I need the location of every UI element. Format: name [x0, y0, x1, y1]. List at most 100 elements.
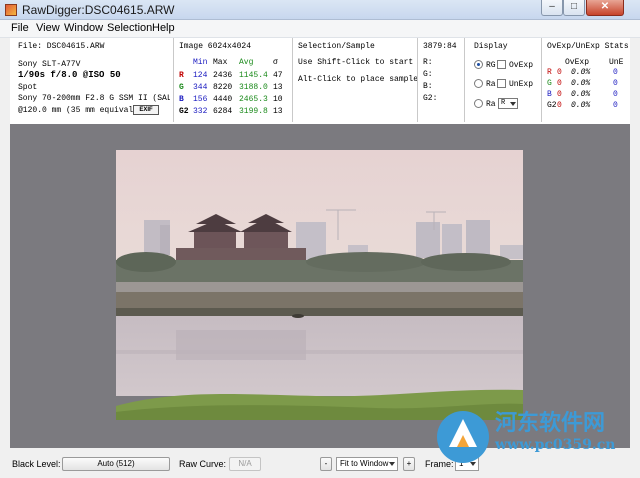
coords-panel: 3879:84 R: G: B: G2:	[419, 38, 465, 122]
lens-info: Sony 70-200mm F2.8 G SSM II (SAL702(	[18, 94, 170, 103]
watermark-name: 河东软件网	[495, 410, 606, 436]
chevron-down-icon	[389, 462, 395, 466]
unexp-count: 0	[613, 90, 618, 99]
stats-sd: 13	[273, 83, 283, 92]
ovexp-percent: 0.0%	[571, 68, 591, 77]
zoom-in-button[interactable]: +	[403, 457, 415, 471]
ovexp-count: 0	[557, 79, 562, 88]
coord-label-b: B:	[423, 82, 433, 91]
image-stats-panel: Image 6024x4024 Min Max Avg σ R 124 2436…	[175, 38, 293, 122]
ovexp-count: 0	[557, 90, 562, 99]
stats-min: 156	[193, 95, 208, 104]
ovexp-count: 0	[557, 101, 562, 110]
black-level-button[interactable]: Auto (512)	[62, 457, 170, 471]
ovexp-column-header: OvExp	[565, 58, 590, 67]
unexp-count: 0	[613, 79, 618, 88]
stats-sd: 13	[273, 107, 283, 116]
display-mode-rg-radio[interactable]	[474, 60, 483, 69]
app-icon	[5, 4, 17, 16]
zoom-select[interactable]: Fit to Window	[336, 457, 398, 471]
stats-row-label: B	[179, 95, 184, 104]
image-viewport[interactable]	[10, 124, 630, 448]
selection-hint-alt: Alt-Click to place sample	[298, 75, 418, 84]
unexp-checkbox[interactable]	[497, 79, 506, 88]
display-mode-channel-radio[interactable]	[474, 99, 483, 108]
stats-max: 8220	[213, 83, 233, 92]
ovexp-label: OvExp	[509, 61, 534, 70]
channel-select[interactable]: R	[498, 98, 518, 109]
window-title: RawDigger:DSC04615.ARW	[22, 3, 175, 17]
unexp-label: UnExp	[509, 80, 534, 89]
exp-row-label: G2	[547, 101, 557, 110]
stats-max: 4440	[213, 95, 233, 104]
coord-label-g2: G2:	[423, 94, 438, 103]
unexp-count: 0	[613, 68, 618, 77]
title-bar: RawDigger:DSC04615.ARW – □ ✕	[0, 0, 640, 20]
menu-window[interactable]: Window	[64, 22, 103, 34]
file-name: File: DSC04615.ARW	[18, 42, 105, 51]
stats-row-label: R	[179, 71, 184, 80]
chevron-down-icon	[510, 102, 516, 106]
display-panel: Display RG OvExp Ra UnExp Ra R	[466, 38, 542, 122]
channel-select-value: R	[501, 99, 506, 107]
exposure-stats-panel: OvExp/UnExp Stats OvExp UnE R 0 0.0% 0 G…	[543, 38, 630, 122]
menu-view[interactable]: View	[36, 22, 60, 34]
exp-row-label: B	[547, 90, 552, 99]
coord-label-r: R:	[423, 58, 433, 67]
ovexp-percent: 0.0%	[571, 90, 591, 99]
menu-help[interactable]: Help	[152, 22, 175, 34]
menu-selection[interactable]: Selection	[107, 22, 152, 34]
zoom-select-value: Fit to Window	[340, 459, 389, 468]
raw-photo[interactable]	[116, 150, 523, 420]
minimize-button[interactable]: –	[541, 0, 563, 16]
maximize-button[interactable]: □	[563, 0, 585, 16]
selection-panel: Selection/Sample Use Shift-Click to star…	[294, 38, 418, 122]
metering-mode: Spot	[18, 83, 38, 92]
stats-max: 6284	[213, 107, 233, 116]
ovexp-percent: 0.0%	[571, 79, 591, 88]
col-avg-header: Avg	[239, 58, 254, 67]
watermark-logo-icon	[437, 411, 489, 463]
display-mode-ra-label: Ra	[486, 80, 496, 89]
display-mode-ra-radio[interactable]	[474, 79, 483, 88]
exposure-stats-header: OvExp/UnExp Stats	[547, 42, 629, 51]
cursor-coords: 3879:84	[423, 42, 457, 51]
stats-sd: 47	[273, 71, 283, 80]
image-size-header: Image 6024x4024	[179, 42, 252, 51]
stats-min: 124	[193, 71, 208, 80]
stats-avg: 3199.8	[239, 107, 268, 116]
col-sd-header: σ	[273, 58, 278, 67]
stats-avg: 3188.0	[239, 83, 268, 92]
camera-model: Sony SLT-A77V	[18, 60, 81, 69]
ovexp-percent: 0.0%	[571, 101, 591, 110]
watermark-url: www.pc0359.cn	[495, 437, 616, 453]
display-mode-rg-label: RG	[486, 61, 496, 70]
unexp-count: 0	[613, 101, 618, 110]
menu-file[interactable]: File	[11, 22, 29, 34]
stats-avg: 1145.4	[239, 71, 268, 80]
col-min-header: Min	[193, 58, 208, 67]
selection-hint-shift: Use Shift-Click to start sele	[298, 58, 417, 67]
exposure-info: 1/90s f/8.0 @ISO 50	[18, 70, 121, 80]
raw-curve-button[interactable]: N/A	[229, 457, 261, 471]
col-max-header: Max	[213, 58, 228, 67]
stats-avg: 2465.3	[239, 95, 268, 104]
display-header: Display	[474, 42, 508, 51]
stats-row-label: G	[179, 83, 184, 92]
site-watermark: 河东软件网 www.pc0359.cn	[435, 405, 640, 475]
exp-row-label: R	[547, 68, 552, 77]
display-mode-channel-label: Ra	[486, 100, 496, 109]
stats-max: 2436	[213, 71, 233, 80]
coord-label-g: G:	[423, 70, 433, 79]
stats-min: 332	[193, 107, 208, 116]
unexp-column-header: UnE	[609, 58, 624, 67]
info-strip: File: DSC04615.ARW Sony SLT-A77V 1/90s f…	[10, 38, 630, 124]
ovexp-checkbox[interactable]	[497, 60, 506, 69]
zoom-out-button[interactable]: -	[320, 457, 332, 471]
stats-row-label: G2	[179, 107, 189, 116]
selection-header: Selection/Sample	[298, 42, 375, 51]
close-button[interactable]: ✕	[586, 0, 624, 16]
exif-button[interactable]: EXIF	[133, 105, 159, 115]
menu-bar: File View Window Selection Help	[0, 20, 640, 38]
file-info-panel: File: DSC04615.ARW Sony SLT-A77V 1/90s f…	[10, 38, 174, 122]
